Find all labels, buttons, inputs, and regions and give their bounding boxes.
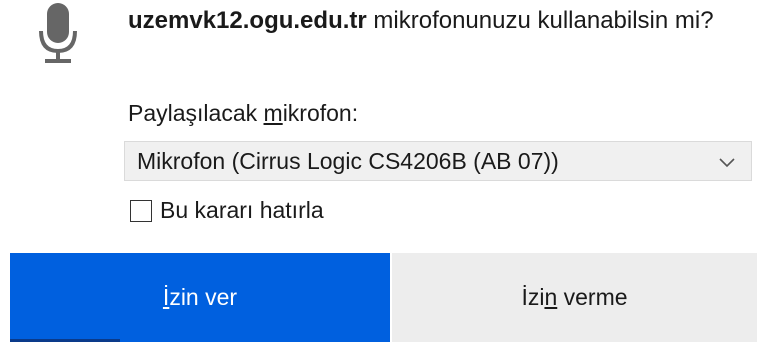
chevron-down-icon: [719, 158, 735, 168]
microphone-select-value: Mikrofon (Cirrus Logic CS4206B (AB 07)): [137, 147, 559, 174]
permission-question: mikrofonunuzu kullanabilsin mi?: [366, 7, 714, 34]
deny-button-label: İzin verme: [521, 284, 628, 310]
share-label-accesskey: m: [263, 100, 283, 126]
permission-message: uzemvk12.ogu.edu.tr mikrofonunuzu kullan…: [128, 4, 738, 38]
share-label-part: ikrofon:: [282, 100, 359, 126]
deny-button[interactable]: İzin verme: [392, 253, 757, 342]
share-label-part: Paylaşılacak: [128, 100, 264, 126]
site-host: uzemvk12.ogu.edu.tr: [128, 7, 367, 34]
allow-button[interactable]: İzin ver: [10, 253, 390, 342]
microphone-select[interactable]: Mikrofon (Cirrus Logic CS4206B (AB 07)): [124, 141, 752, 181]
permission-dialog: uzemvk12.ogu.edu.tr mikrofonunuzu kullan…: [0, 0, 757, 342]
remember-label: Bu kararı hatırla: [160, 197, 324, 223]
remember-decision[interactable]: Bu kararı hatırla: [130, 197, 324, 224]
share-device-label: Paylaşılacak mikrofon:: [128, 98, 358, 128]
allow-button-label: İzin ver: [162, 284, 238, 310]
remember-checkbox[interactable]: [130, 199, 152, 222]
microphone-icon: [39, 3, 77, 63]
